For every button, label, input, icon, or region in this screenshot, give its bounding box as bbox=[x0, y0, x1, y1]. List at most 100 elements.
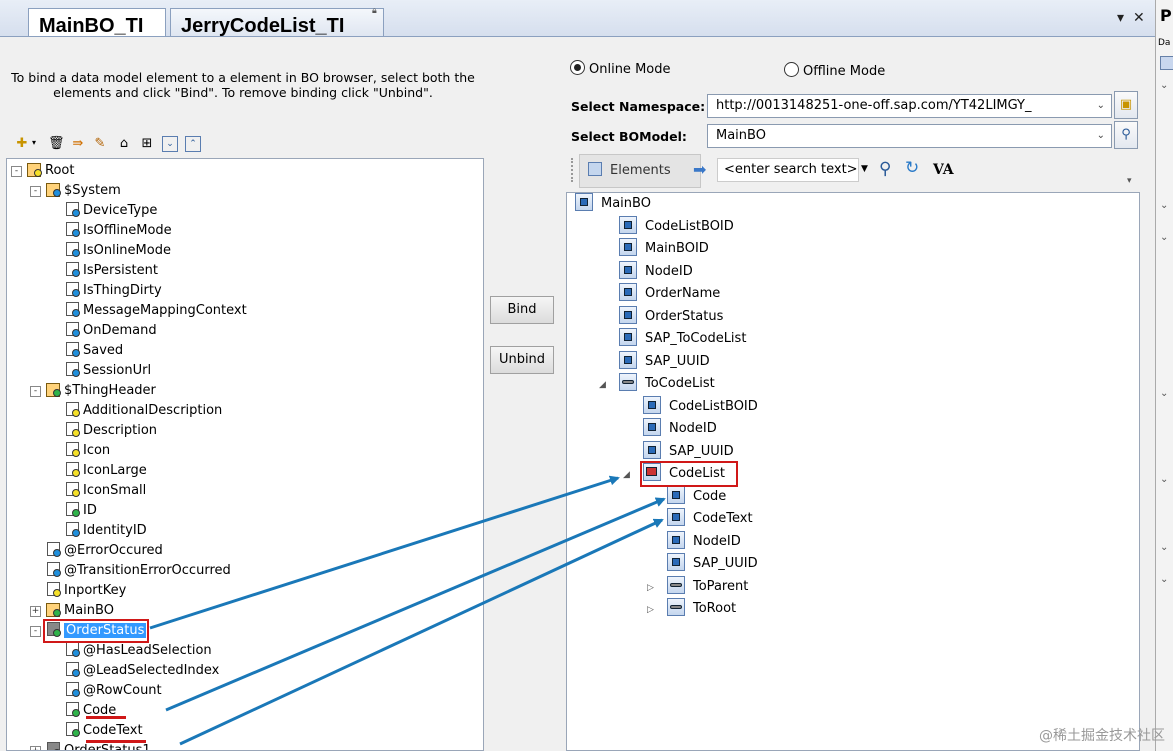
search-icon[interactable]: ⚲ bbox=[879, 159, 891, 179]
bomodel-select[interactable]: MainBO ⌄ bbox=[707, 124, 1112, 148]
tree-node[interactable]: - $System bbox=[11, 181, 247, 201]
tree-node[interactable]: - Root bbox=[11, 161, 247, 181]
delete-icon[interactable]: 🗑︎ bbox=[48, 136, 65, 152]
chevron-down-icon[interactable]: ⌄ bbox=[1160, 200, 1168, 211]
tree-node[interactable]: + MainBO bbox=[11, 601, 247, 621]
bo-tree-node[interactable]: ◢ ToCodeList bbox=[575, 373, 758, 396]
tab-jerrycodelist-ti[interactable]: JerryCodeList_TI bbox=[170, 8, 384, 36]
bo-tree-node[interactable]: SAP_ToCodeList bbox=[575, 328, 758, 351]
tree-node[interactable]: @RowCount bbox=[11, 681, 247, 701]
hierarchy-icon[interactable]: ⌂ bbox=[116, 136, 132, 152]
new-dropdown-icon[interactable]: ▾ bbox=[32, 138, 36, 147]
field-icon bbox=[64, 441, 80, 457]
add-namespace-button[interactable]: ▣ bbox=[1114, 91, 1138, 119]
tree-node[interactable]: Saved bbox=[11, 341, 247, 361]
bo-tree-node[interactable]: ▷ ToParent bbox=[575, 575, 758, 599]
elements-button[interactable]: Elements bbox=[579, 154, 701, 188]
bo-tree-node[interactable]: SAP_UUID bbox=[575, 553, 758, 576]
tree-node[interactable]: AdditionalDescription bbox=[11, 401, 247, 421]
bo-tree-node-label: MainBO bbox=[601, 196, 651, 211]
tree-node[interactable]: SessionUrl bbox=[11, 361, 247, 381]
bo-tree-node[interactable]: CodeText bbox=[575, 508, 758, 531]
arrow-right-icon[interactable]: ➡ bbox=[693, 160, 706, 179]
panel-grid-icon[interactable] bbox=[1160, 56, 1173, 70]
tab-dropdown-icon[interactable]: ▾ bbox=[1117, 10, 1124, 26]
bo-tree-node[interactable]: NodeID bbox=[575, 418, 758, 441]
bo-tree-node[interactable]: SAP_UUID bbox=[575, 440, 758, 464]
va-button[interactable]: VA bbox=[933, 162, 954, 178]
bind-icon[interactable]: ⇛ bbox=[70, 136, 86, 152]
collapse-icon[interactable]: - bbox=[30, 626, 41, 637]
bo-tree-node[interactable]: Code bbox=[575, 485, 758, 509]
search-icon: ⚲ bbox=[1121, 127, 1131, 142]
refresh-icon[interactable]: ↻ bbox=[905, 158, 919, 178]
bo-tree-node[interactable]: NodeID bbox=[575, 530, 758, 554]
bo-tree-node[interactable]: CodeListBOID bbox=[575, 395, 758, 419]
expand-all-icon[interactable]: ⌄ bbox=[162, 136, 178, 152]
expand-icon[interactable]: + bbox=[30, 606, 41, 617]
collapse-all-icon[interactable]: ⌃ bbox=[185, 136, 201, 152]
tree-node[interactable]: InportKey bbox=[11, 581, 247, 601]
bind-button[interactable]: Bind bbox=[490, 296, 554, 324]
bo-tree-node[interactable]: ◢MainBO bbox=[575, 193, 758, 216]
search-dropdown-icon[interactable]: ▼ bbox=[861, 164, 868, 174]
tree-node[interactable]: DeviceType bbox=[11, 201, 247, 221]
collapse-icon[interactable]: ◢ bbox=[599, 374, 609, 396]
chevron-down-icon[interactable]: ⌄ bbox=[1160, 574, 1168, 585]
bo-tree-node[interactable]: ▷ ToRoot bbox=[575, 598, 758, 621]
bo-tree-node[interactable]: OrderStatus bbox=[575, 305, 758, 329]
tree-node[interactable]: MessageMappingContext bbox=[11, 301, 247, 321]
tree-icon[interactable]: ⊞ bbox=[139, 136, 155, 152]
tree-node[interactable]: Code bbox=[11, 701, 247, 721]
chevron-down-icon[interactable]: ⌄ bbox=[1160, 80, 1168, 91]
search-input[interactable]: <enter search text> bbox=[717, 158, 859, 182]
bo-tree-node[interactable]: OrderName bbox=[575, 283, 758, 306]
tree-node[interactable]: ID bbox=[11, 501, 247, 521]
tree-node[interactable]: IsPersistent bbox=[11, 261, 247, 281]
annotation-underline-code bbox=[86, 716, 126, 719]
online-mode-radio[interactable]: Online Mode bbox=[570, 60, 671, 77]
tree-node[interactable]: @ErrorOccured bbox=[11, 541, 247, 561]
close-icon[interactable]: ✕ bbox=[1133, 10, 1145, 26]
collapse-icon[interactable]: ◢ bbox=[623, 464, 633, 486]
tree-node[interactable]: @TransitionErrorOccurred bbox=[11, 561, 247, 581]
bo-tree-node[interactable]: MainBOID bbox=[575, 238, 758, 261]
offline-mode-radio[interactable]: Offline Mode bbox=[784, 62, 885, 79]
tree-node[interactable]: IsThingDirty bbox=[11, 281, 247, 301]
bo-tree-node[interactable]: CodeListBOID bbox=[575, 215, 758, 239]
expand-icon[interactable]: ▷ bbox=[647, 577, 657, 599]
search-bo-button[interactable]: ⚲ bbox=[1114, 121, 1138, 149]
tree-node[interactable]: - $ThingHeader bbox=[11, 381, 247, 401]
field-icon bbox=[64, 281, 80, 297]
chevron-down-icon[interactable]: ⌄ bbox=[1160, 232, 1168, 243]
tree-node[interactable]: IsOnlineMode bbox=[11, 241, 247, 261]
chevron-down-icon[interactable]: ⌄ bbox=[1160, 542, 1168, 553]
new-icon[interactable]: ✚ bbox=[14, 136, 30, 152]
tree-node[interactable]: @HasLeadSelection bbox=[11, 641, 247, 661]
tree-node[interactable]: IconSmall bbox=[11, 481, 247, 501]
collapse-icon[interactable]: - bbox=[30, 386, 41, 397]
tree-node[interactable]: OnDemand bbox=[11, 321, 247, 341]
tree-node[interactable]: IdentityID bbox=[11, 521, 247, 541]
tree-node[interactable]: @LeadSelectedIndex bbox=[11, 661, 247, 681]
tree-node[interactable]: IconLarge bbox=[11, 461, 247, 481]
chevron-down-icon[interactable]: ⌄ bbox=[1160, 474, 1168, 485]
bo-tree-node[interactable]: NodeID bbox=[575, 260, 758, 284]
tree-node[interactable]: Icon bbox=[11, 441, 247, 461]
tab-mainbo-ti[interactable]: MainBO_TI bbox=[28, 8, 166, 36]
bo-tree-node[interactable]: SAP_UUID bbox=[575, 350, 758, 374]
expand-icon[interactable]: ▷ bbox=[647, 599, 657, 621]
namespace-select[interactable]: http://0013148251-one-off.sap.com/YT42LI… bbox=[707, 94, 1112, 118]
unbind-button[interactable]: Unbind bbox=[490, 346, 554, 374]
bo-tree-node-label: SAP_UUID bbox=[645, 353, 710, 369]
tree-node[interactable]: Description bbox=[11, 421, 247, 441]
tree-node[interactable]: CodeText bbox=[11, 721, 247, 741]
expand-icon[interactable]: + bbox=[30, 746, 41, 750]
collapse-icon[interactable]: - bbox=[11, 166, 22, 177]
edit-icon[interactable]: ✎ bbox=[92, 136, 108, 152]
chevron-down-icon[interactable]: ⌄ bbox=[1160, 388, 1168, 399]
tree-node[interactable]: IsOfflineMode bbox=[11, 221, 247, 241]
overflow-icon[interactable]: ▾ bbox=[1127, 176, 1132, 186]
group-icon bbox=[45, 601, 61, 617]
collapse-icon[interactable]: - bbox=[30, 186, 41, 197]
